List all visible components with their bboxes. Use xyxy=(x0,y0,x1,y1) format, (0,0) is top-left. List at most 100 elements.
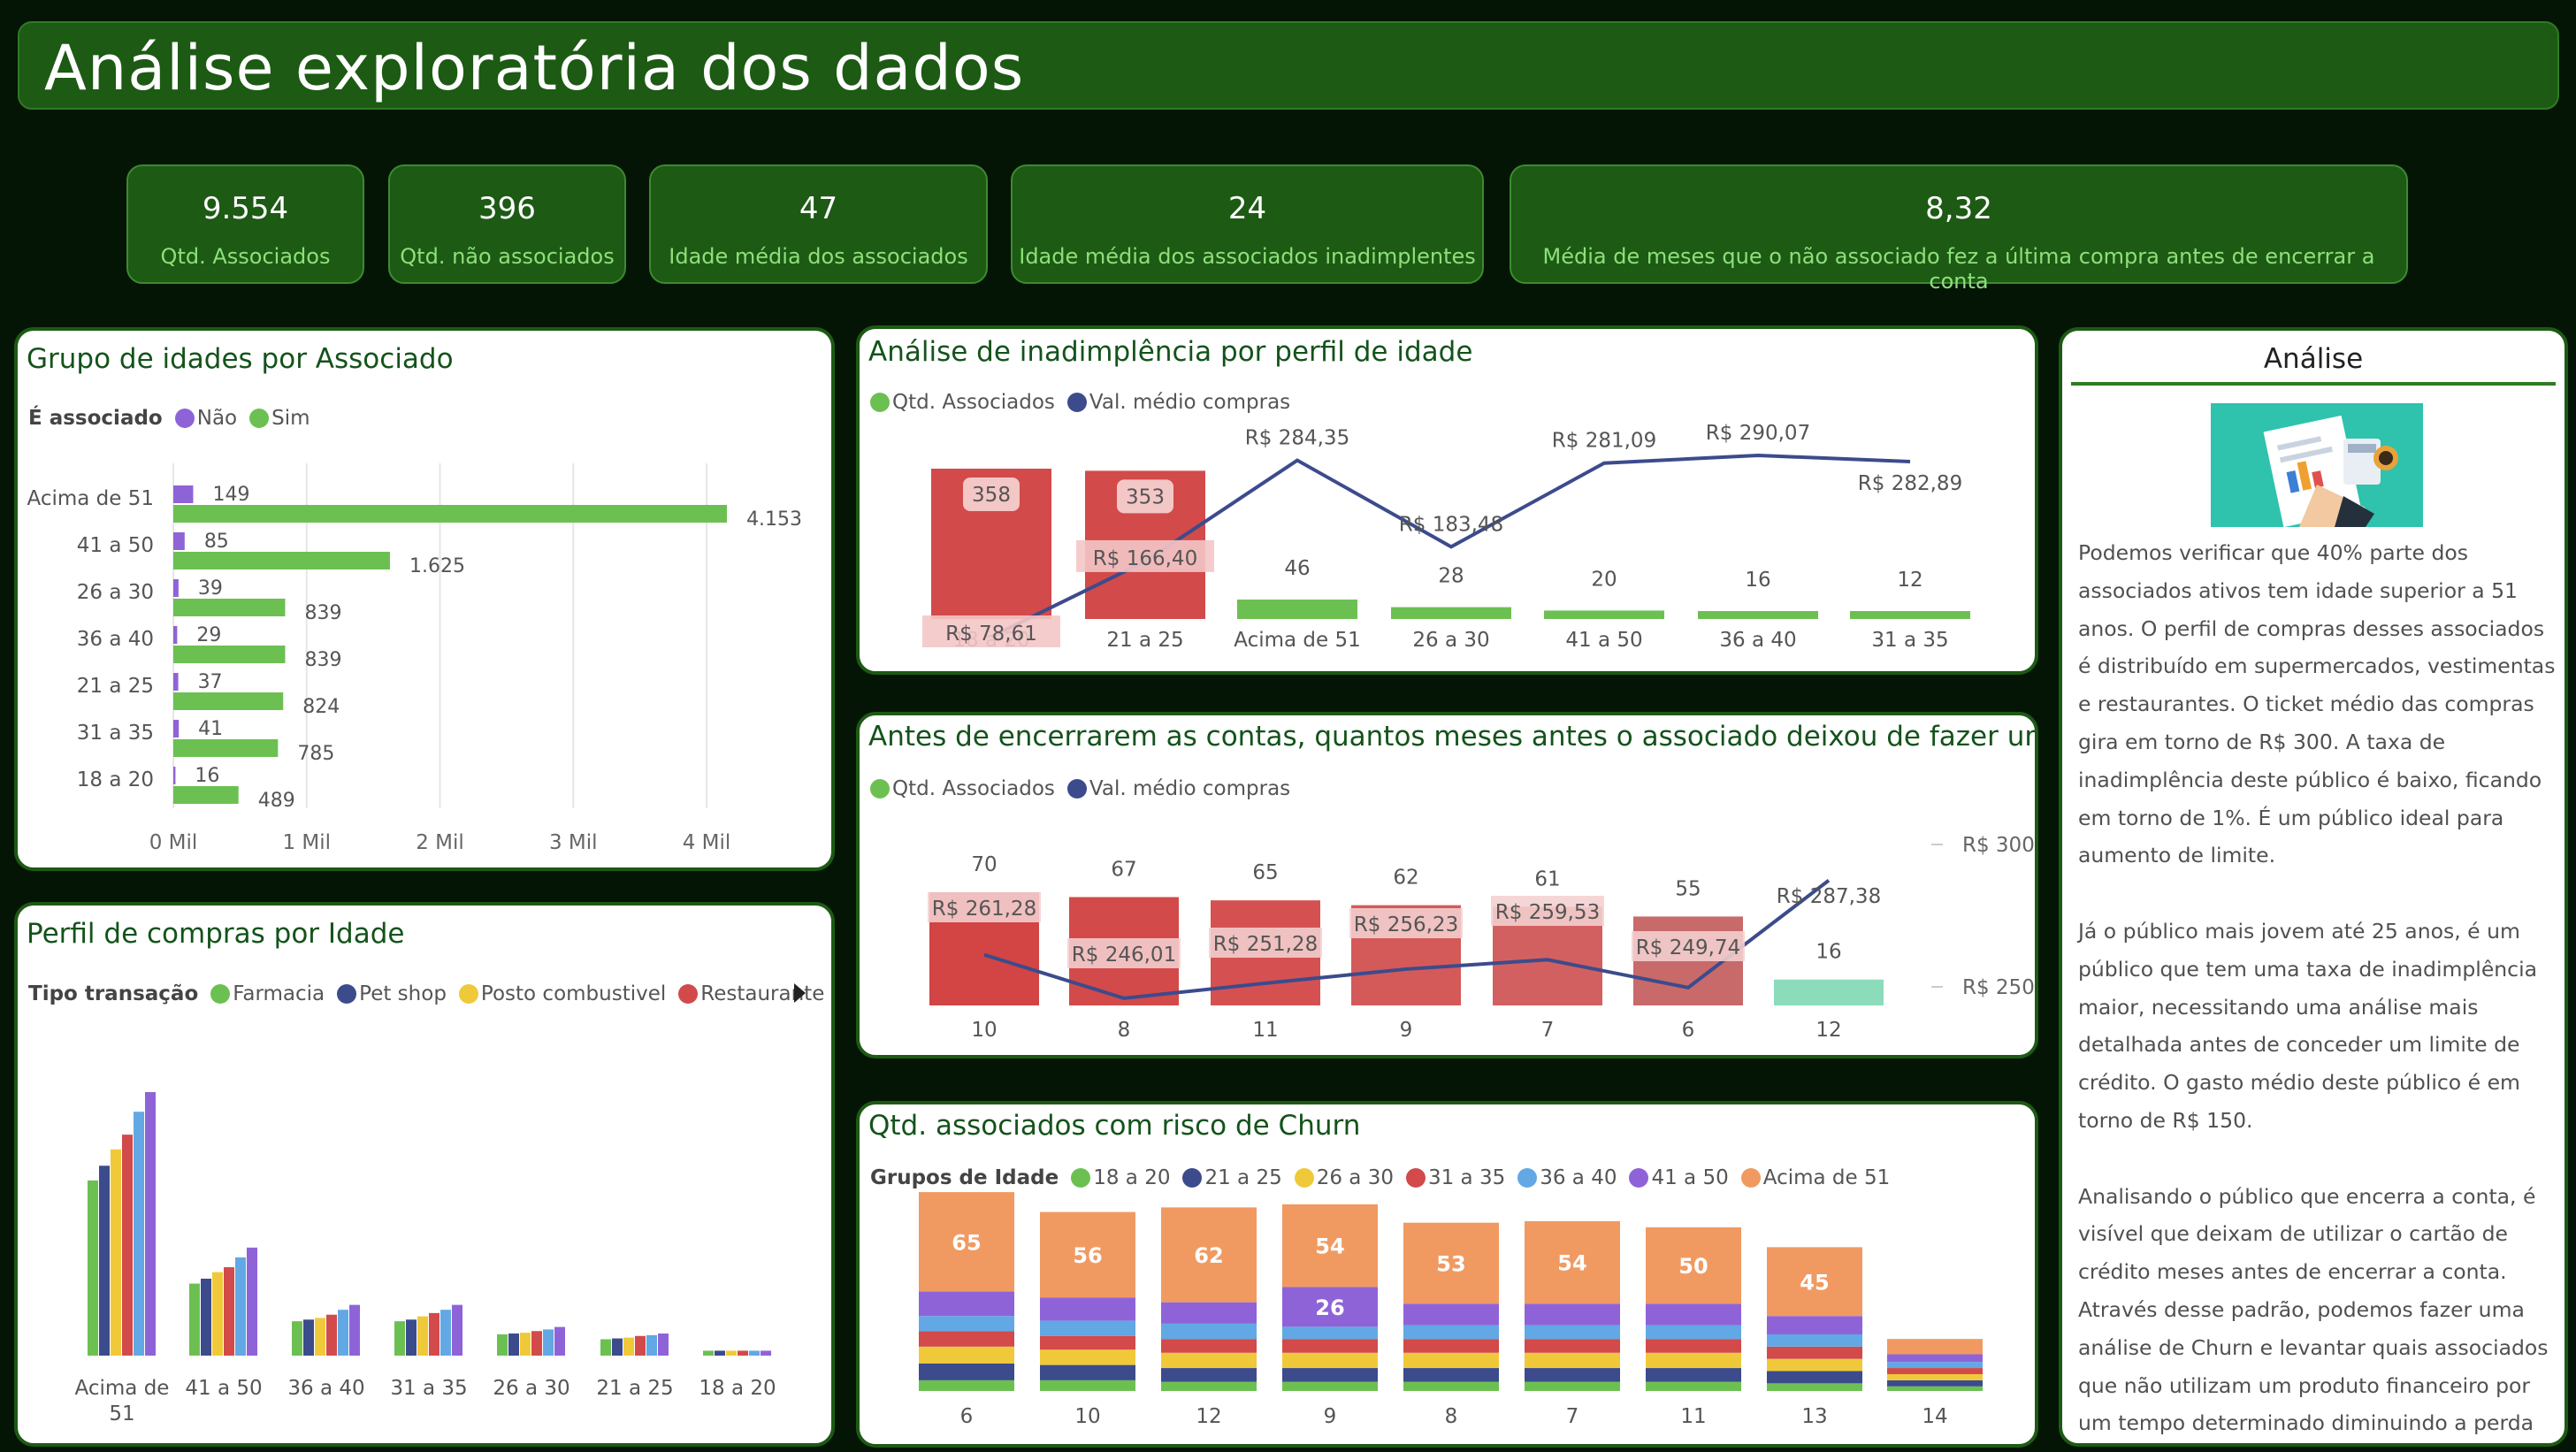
kpi-value: 8,32 xyxy=(1925,191,1992,226)
data-label: 54 xyxy=(1557,1251,1586,1276)
data-label-qtd: 358 xyxy=(972,484,1011,507)
bar-nao xyxy=(173,673,179,691)
bar xyxy=(326,1314,337,1356)
bar xyxy=(99,1165,110,1356)
analysis-paragraph: Já o público mais jovem até 25 anos, é u… xyxy=(2078,918,2538,1133)
category-label: 8 xyxy=(1118,1019,1131,1042)
data-label: 45 xyxy=(1800,1270,1829,1295)
bar-segment xyxy=(1040,1379,1135,1391)
data-label-qtd: 20 xyxy=(1591,568,1617,591)
data-label-nao: 29 xyxy=(196,624,221,646)
bar-segment xyxy=(1161,1339,1257,1353)
bar-segment xyxy=(1646,1303,1741,1326)
bar-segment xyxy=(1646,1352,1741,1369)
category-label: 12 xyxy=(1196,1405,1221,1428)
bar-segment xyxy=(1040,1335,1135,1350)
data-label: 50 xyxy=(1678,1254,1708,1279)
kpi-card-idade-inadimplentes: 24 Idade média dos associados inadimplen… xyxy=(1011,164,1484,284)
kpi-label: Qtd. não associados xyxy=(400,244,615,269)
page-title: Análise exploratória dos dados xyxy=(44,32,1025,104)
data-label-qtd: 62 xyxy=(1393,867,1418,890)
data-label-val: R$ 246,01 xyxy=(1072,944,1176,967)
kpi-card-media-meses: 8,32 Média de meses que o não associado … xyxy=(1510,164,2408,294)
category-label: 11 xyxy=(1252,1019,1278,1042)
data-label-val: R$ 284,35 xyxy=(1245,427,1349,450)
bar-segment xyxy=(1161,1381,1257,1391)
category-label: 21 a 25 xyxy=(596,1377,673,1400)
data-label-nao: 85 xyxy=(204,531,229,553)
category-label: 7 xyxy=(1566,1405,1579,1428)
kpi-value: 396 xyxy=(478,191,536,226)
purchase-profile-chart: Acima de51 41 a 50 36 a 40 31 a 35 26 a 30 21… xyxy=(75,1092,776,1425)
bar xyxy=(1237,600,1357,619)
bar xyxy=(292,1321,302,1356)
category-label: Acima de 51 xyxy=(1234,629,1361,652)
bar-segment xyxy=(1887,1354,1983,1363)
data-label-val: R$ 287,38 xyxy=(1777,885,1881,908)
bar xyxy=(1850,611,1970,619)
kpi-value: 24 xyxy=(1227,191,1267,226)
data-label-val: R$ 249,74 xyxy=(1636,936,1740,959)
category-label: 26 a 30 xyxy=(493,1377,569,1400)
x-tick-label: 0 Mil xyxy=(149,831,198,854)
category-label: 8 xyxy=(1445,1405,1458,1428)
bar-nao xyxy=(173,767,176,784)
bar-segment xyxy=(1403,1352,1499,1369)
bar-segment xyxy=(919,1346,1014,1364)
bar-segment xyxy=(1767,1358,1862,1372)
category-label: 26 a 30 xyxy=(77,581,154,604)
data-label-val: R$ 78,61 xyxy=(945,623,1037,646)
category-label: 31 a 35 xyxy=(77,722,154,745)
bar-sim xyxy=(173,692,284,710)
bar xyxy=(394,1321,405,1356)
category-label: 9 xyxy=(1324,1405,1337,1428)
bar-segment xyxy=(1646,1325,1741,1340)
category-label: 13 xyxy=(1801,1405,1827,1428)
bar xyxy=(1391,607,1511,619)
kpi-card-nao-associados: 396 Qtd. não associados xyxy=(388,164,626,284)
bar xyxy=(349,1304,360,1356)
category-label: 7 xyxy=(1541,1019,1555,1042)
bar xyxy=(315,1318,325,1356)
bar-sim xyxy=(173,739,279,757)
bar-segment xyxy=(1646,1381,1741,1391)
data-label: 26 xyxy=(1315,1295,1344,1320)
data-label-qtd: 353 xyxy=(1126,485,1165,508)
category-label: 31 a 35 xyxy=(390,1377,467,1400)
bar-sim xyxy=(173,599,286,616)
data-label-nao: 16 xyxy=(195,765,219,787)
bar xyxy=(646,1334,657,1356)
data-label-val: R$ 290,07 xyxy=(1706,422,1810,445)
bar-segment xyxy=(1403,1368,1499,1382)
bar xyxy=(749,1350,760,1356)
data-label-val: R$ 281,09 xyxy=(1552,430,1656,453)
kpi-value: 47 xyxy=(799,191,838,226)
data-label-qtd: 61 xyxy=(1534,867,1560,890)
data-label-val: R$ 282,89 xyxy=(1858,472,1962,495)
category-label: Acima de 51 xyxy=(27,487,154,510)
data-label-sim: 839 xyxy=(304,649,341,671)
category-label: 41 a 50 xyxy=(1565,629,1642,652)
bar-segment xyxy=(1525,1339,1620,1353)
bar xyxy=(338,1310,348,1356)
bar xyxy=(429,1312,440,1356)
bar xyxy=(303,1319,314,1356)
bar-segment xyxy=(1767,1383,1862,1391)
bar-sim xyxy=(173,552,390,569)
y2-tick-label: R$ 300 xyxy=(1962,834,2035,857)
data-label: 53 xyxy=(1436,1252,1465,1277)
bar xyxy=(88,1180,98,1356)
age-group-panel: Grupo de idades por Associado É associad… xyxy=(14,327,835,871)
bar xyxy=(543,1329,554,1356)
category-label: 36 a 40 xyxy=(1719,629,1796,652)
bar-segment xyxy=(1161,1368,1257,1382)
bar-segment xyxy=(1282,1339,1378,1353)
category-label: 10 xyxy=(1074,1405,1100,1428)
kpi-label: Média de meses que o não associado fez a… xyxy=(1542,244,2375,294)
kpi-label: Idade média dos associados xyxy=(669,244,968,269)
data-label-nao: 41 xyxy=(198,718,223,740)
bar-segment xyxy=(1767,1316,1862,1334)
category-label: 31 a 35 xyxy=(1871,629,1948,652)
category-label: 26 a 30 xyxy=(1412,629,1489,652)
category-label: 11 xyxy=(1680,1405,1706,1428)
